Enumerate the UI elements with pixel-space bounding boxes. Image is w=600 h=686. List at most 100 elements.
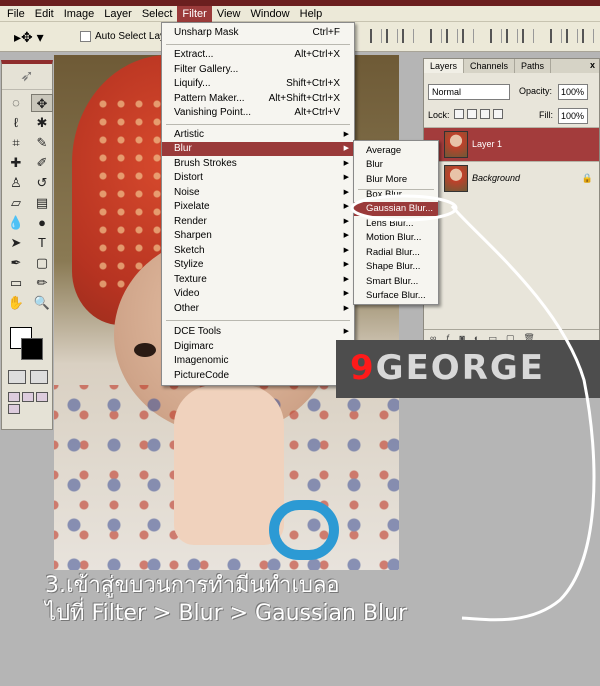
lasso-tool-icon[interactable]: ℓ: [5, 114, 27, 132]
menu-item-smart-blur[interactable]: Smart Blur...: [354, 275, 438, 289]
menu-layer[interactable]: Layer: [99, 6, 137, 22]
distribute-icon[interactable]: [566, 29, 578, 43]
dodge-tool-icon[interactable]: ●: [31, 214, 53, 232]
menu-item-surface-blur[interactable]: Surface Blur...: [354, 289, 438, 303]
crop-tool-icon[interactable]: ⌗: [5, 134, 27, 152]
auto-select-checkbox[interactable]: [80, 31, 91, 42]
tab-channels[interactable]: Channels: [464, 59, 516, 73]
menu-item-unsharp-mask[interactable]: Unsharp Mask Ctrl+F: [162, 26, 354, 40]
menu-item-digimarc[interactable]: Digimarc▶: [162, 340, 354, 354]
menu-item-dce-tools[interactable]: DCE Tools ▶: [162, 325, 354, 339]
menu-item-gaussian-blur[interactable]: Gaussian Blur...: [354, 202, 438, 216]
menu-item-radial-blur[interactable]: Radial Blur...: [354, 246, 438, 260]
lock-pixels-icon[interactable]: [467, 109, 477, 119]
lock-position-icon[interactable]: [480, 109, 490, 119]
quick-mask-icon[interactable]: [30, 370, 48, 384]
menu-item-imagenomic[interactable]: Imagenomic▶: [162, 354, 354, 368]
menu-item-render[interactable]: Render ▶: [162, 215, 354, 229]
hand-tool-icon[interactable]: ✋: [5, 294, 27, 312]
brush-tool-icon[interactable]: ✐: [31, 154, 53, 172]
standard-mode-icon[interactable]: [8, 370, 26, 384]
lock-all-icon[interactable]: [493, 109, 503, 119]
menu-item-distort[interactable]: Distort ▶: [162, 171, 354, 185]
menu-select[interactable]: Select: [137, 6, 178, 22]
menu-window[interactable]: Window: [246, 6, 295, 22]
screen-mode-icon[interactable]: [8, 392, 20, 402]
align-icon[interactable]: [370, 29, 382, 43]
pen-tool-icon[interactable]: ✒: [5, 254, 27, 272]
screen-mode-icon[interactable]: [36, 392, 48, 402]
tab-layers[interactable]: Layers: [424, 59, 465, 73]
menu-item-extract[interactable]: Extract... Alt+Ctrl+X: [162, 48, 354, 62]
blur-tool-icon[interactable]: 💧: [5, 214, 27, 232]
slice-tool-icon[interactable]: ✎: [31, 134, 53, 152]
history-brush-icon[interactable]: ↺: [31, 174, 53, 192]
menu-item-motion-blur[interactable]: Motion Blur...: [354, 231, 438, 245]
menu-item-sharpen[interactable]: Sharpen ▶: [162, 229, 354, 243]
menu-item-lens-blur[interactable]: Lens Blur...: [354, 217, 438, 231]
menu-item-texture[interactable]: Texture ▶: [162, 273, 354, 287]
menu-item-pattern-maker[interactable]: Pattern Maker... Alt+Shift+Ctrl+X: [162, 92, 354, 106]
move-tool-icon[interactable]: ▸✥ ▾: [14, 25, 44, 49]
screen-mode-icon[interactable]: [22, 392, 34, 402]
menu-item-blur-more[interactable]: Blur More: [354, 173, 438, 187]
zoom-tool-icon[interactable]: 🔍: [31, 294, 53, 312]
menu-item-vanishing-point[interactable]: Vanishing Point... Alt+Ctrl+V: [162, 106, 354, 120]
magic-wand-icon[interactable]: ✱: [31, 114, 53, 132]
imageready-icon[interactable]: [8, 404, 20, 414]
menu-view[interactable]: View: [212, 6, 246, 22]
menu-item-stylize[interactable]: Stylize ▶: [162, 258, 354, 272]
distribute-icon[interactable]: [550, 29, 562, 43]
menu-item-filter-gallery[interactable]: Filter Gallery...: [162, 63, 354, 77]
layer-row-layer1[interactable]: 👁 Layer 1: [424, 127, 599, 161]
submenu-arrow-icon: ▶: [343, 305, 349, 312]
eyedropper-icon[interactable]: ✏: [31, 274, 53, 292]
menu-item-noise[interactable]: Noise ▶: [162, 186, 354, 200]
menu-item-blur[interactable]: Blur ▶: [162, 142, 354, 156]
align-icon[interactable]: [386, 29, 398, 43]
distribute-icon[interactable]: [522, 29, 534, 43]
align-icon[interactable]: [402, 29, 414, 43]
shape-tool-icon[interactable]: ▢: [31, 254, 53, 272]
menu-item-average[interactable]: Average: [354, 144, 438, 158]
type-tool-icon[interactable]: T: [31, 234, 53, 252]
menu-item-liquify[interactable]: Liquify... Shift+Ctrl+X: [162, 77, 354, 91]
gradient-tool-icon[interactable]: ▤: [31, 194, 53, 212]
eraser-tool-icon[interactable]: ▱: [5, 194, 27, 212]
align-icon[interactable]: [446, 29, 458, 43]
menu-item-box-blur[interactable]: Box Blur...: [354, 188, 438, 202]
distribute-icon[interactable]: [582, 29, 594, 43]
menu-item-pixelate[interactable]: Pixelate ▶: [162, 200, 354, 214]
menu-item-blur-basic[interactable]: Blur: [354, 158, 438, 172]
menu-filter[interactable]: Filter: [177, 5, 212, 22]
fill-input[interactable]: 100%: [558, 108, 588, 124]
distribute-icon[interactable]: [490, 29, 502, 43]
notes-tool-icon[interactable]: ▭: [5, 274, 27, 292]
menu-item-artistic[interactable]: Artistic ▶: [162, 128, 354, 142]
healing-brush-icon[interactable]: ✚: [5, 154, 27, 172]
align-icon[interactable]: [430, 29, 442, 43]
path-select-icon[interactable]: ➤: [5, 234, 27, 252]
menu-item-brush-strokes[interactable]: Brush Strokes ▶: [162, 157, 354, 171]
lock-transparency-icon[interactable]: [454, 109, 464, 119]
distribute-icon[interactable]: [506, 29, 518, 43]
panel-close-icon[interactable]: x: [590, 60, 595, 70]
stamp-tool-icon[interactable]: ♙: [5, 174, 27, 192]
menu-item-sketch[interactable]: Sketch ▶: [162, 244, 354, 258]
tab-paths[interactable]: Paths: [515, 59, 552, 73]
opacity-input[interactable]: 100%: [558, 84, 588, 100]
marquee-tool-icon[interactable]: ◌: [5, 94, 27, 112]
layer-row-background[interactable]: 👁 Background 🔒: [424, 161, 599, 195]
menu-image[interactable]: Image: [59, 6, 100, 22]
move-tool-icon[interactable]: ✥: [31, 94, 53, 112]
menu-item-shape-blur[interactable]: Shape Blur...: [354, 260, 438, 274]
menu-edit[interactable]: Edit: [30, 6, 59, 22]
align-icon[interactable]: [462, 29, 474, 43]
menu-item-video[interactable]: Video ▶: [162, 287, 354, 301]
menu-help[interactable]: Help: [295, 6, 328, 22]
menu-file[interactable]: File: [2, 6, 30, 22]
blend-mode-select[interactable]: Normal: [428, 84, 510, 100]
menu-item-picturecode[interactable]: PictureCode▶: [162, 369, 354, 383]
menu-item-other[interactable]: Other ▶: [162, 302, 354, 316]
background-color-swatch[interactable]: [21, 338, 43, 360]
